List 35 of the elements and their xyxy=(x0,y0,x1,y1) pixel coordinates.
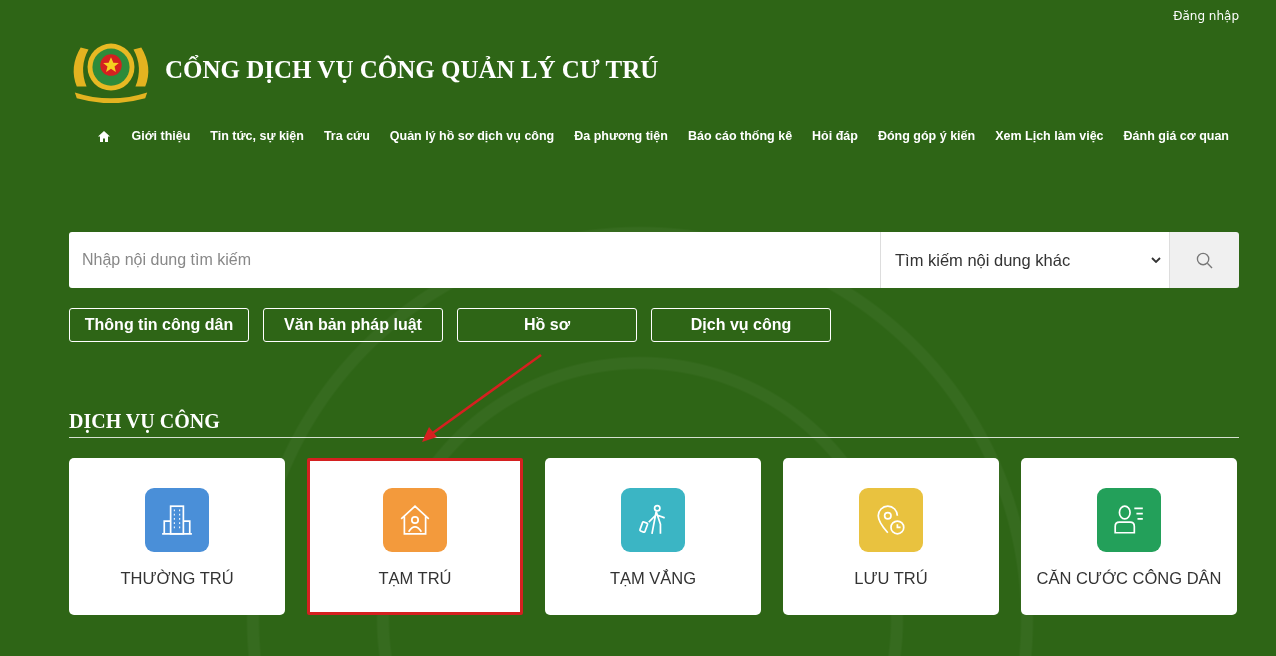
filter-button[interactable]: Hồ sơ xyxy=(457,308,637,342)
service-card[interactable]: THƯỜNG TRÚ xyxy=(69,458,285,615)
location-clock-icon xyxy=(874,503,908,537)
nav-link[interactable]: Hỏi đáp xyxy=(812,129,858,143)
nav-link[interactable]: Xem Lịch làm việc xyxy=(995,129,1104,143)
service-label: THƯỜNG TRÚ xyxy=(120,569,234,588)
home-icon[interactable] xyxy=(98,130,111,142)
building-icon xyxy=(160,503,194,537)
service-card[interactable]: CĂN CƯỚC CÔNG DÂN xyxy=(1021,458,1237,615)
login-link[interactable]: Đăng nhập xyxy=(1173,9,1239,23)
person-card-icon xyxy=(1112,503,1146,537)
nav-link[interactable]: Tin tức, sự kiện xyxy=(210,129,304,143)
service-label: TẠM VẮNG xyxy=(609,569,697,588)
nav-link[interactable]: Báo cáo thống kê xyxy=(687,129,793,143)
filter-button[interactable]: Thông tin công dân xyxy=(69,308,249,342)
nav-link[interactable]: Đa phương tiện xyxy=(574,129,668,143)
service-card[interactable]: LƯU TRÚ xyxy=(783,458,999,615)
service-label: LƯU TRÚ xyxy=(854,569,928,588)
service-card[interactable]: TẠM VẮNG xyxy=(545,458,761,615)
house-person-icon xyxy=(398,503,432,537)
chevron-down-icon xyxy=(1151,257,1161,263)
search-scope-dropdown[interactable]: Tìm kiếm nội dung khác xyxy=(880,232,1169,288)
portal-title: CỔNG DỊCH VỤ CÔNG QUẢN LÝ CƯ TRÚ xyxy=(165,56,659,84)
nav-link[interactable]: Đóng góp ý kiến xyxy=(877,129,976,143)
nav-link[interactable]: Giới thiệu xyxy=(131,129,191,143)
search-field[interactable]: Nhập nội dung tìm kiếm xyxy=(69,232,880,288)
nav-link[interactable]: Tra cứu xyxy=(323,129,370,143)
filter-button[interactable]: Dịch vụ công xyxy=(651,308,831,342)
service-label: CĂN CƯỚC CÔNG DÂN xyxy=(1036,569,1222,588)
service-label: TẠM TRÚ xyxy=(378,569,452,588)
search-icon xyxy=(1196,251,1213,269)
section-title: DỊCH VỤ CÔNG xyxy=(69,410,1239,438)
nav-link[interactable]: Đánh giá cơ quan xyxy=(1123,129,1229,143)
nav-link[interactable]: Quản lý hồ sơ dịch vụ công xyxy=(389,129,555,143)
filter-button[interactable]: Văn bản pháp luật xyxy=(263,308,443,342)
